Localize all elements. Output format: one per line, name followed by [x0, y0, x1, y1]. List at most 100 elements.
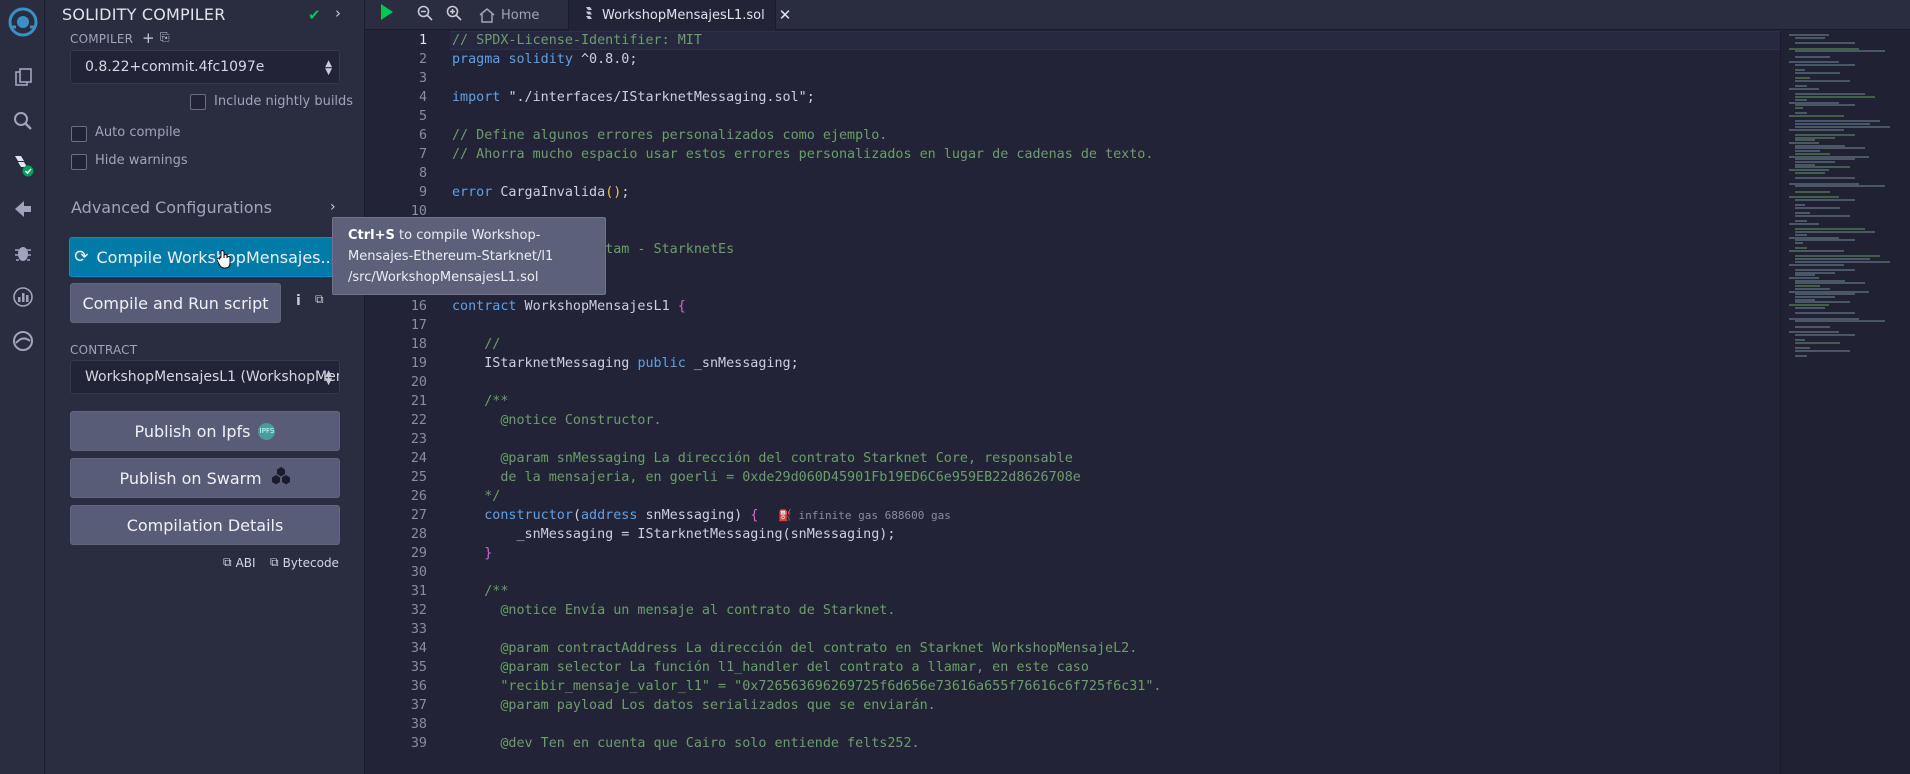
chevron-right-icon[interactable]: › — [335, 4, 341, 22]
solidity-compiler-icon[interactable] — [0, 143, 45, 187]
code-line: 6 // Define algunos errores personalizado… — [365, 126, 1780, 145]
include-nightly-checkbox[interactable] — [190, 94, 206, 110]
code-text: // Define algunos errores personalizados… — [452, 128, 888, 143]
code-line: 7 // Ahorra mucho espacio usar estos erro… — [365, 145, 1780, 164]
advanced-configurations-toggle[interactable]: Advanced Configurations — [71, 198, 272, 217]
code-text: @notice Envía un mensaje al contrato de … — [452, 603, 896, 618]
refresh-icon: ⟳ — [74, 247, 89, 267]
tab-home[interactable]: Home — [479, 0, 539, 30]
copy-icon[interactable]: ⧉ — [315, 292, 324, 307]
line-number: 35 — [410, 660, 427, 675]
zoom-out-icon[interactable] — [417, 5, 433, 25]
chevron-right-icon[interactable]: › — [330, 199, 336, 215]
code-line: 30 — [365, 563, 1780, 582]
info-icon[interactable]: i — [296, 293, 301, 309]
compile-button[interactable]: ⟳ Compile WorkshopMensajes... — [69, 237, 341, 277]
code-editor[interactable]: 1 // SPDX-License-Identifier: MIT 2 pragma … — [365, 31, 1780, 774]
minimap[interactable] — [1780, 31, 1910, 774]
bytecode-copy-link[interactable]: ⧉ Bytecode — [270, 555, 339, 570]
minimap-line — [1795, 287, 1830, 290]
line-number: 39 — [410, 736, 427, 751]
minimap-line — [1795, 214, 1850, 217]
minimap-line — [1795, 152, 1830, 155]
publish-ipfs-button[interactable]: Publish on Ipfs IPFS — [70, 411, 340, 451]
code-line: 3 — [365, 69, 1780, 88]
abi-copy-link[interactable]: ⧉ ABI — [223, 555, 256, 570]
tab-home-label: Home — [501, 7, 540, 23]
minimap-line — [1795, 206, 1840, 209]
deploy-run-icon[interactable] — [0, 187, 45, 231]
line-number: 19 — [410, 356, 427, 371]
minimap-line — [1795, 166, 1850, 169]
code-text: /** — [452, 394, 509, 409]
auto-compile-checkbox[interactable] — [71, 126, 87, 142]
minimap-line — [1795, 55, 1830, 58]
close-icon[interactable]: ✕ — [779, 6, 792, 24]
code-text: error CargaInvalida(); — [452, 185, 630, 200]
minimap-line — [1795, 77, 1810, 80]
analysis-icon[interactable] — [0, 275, 45, 319]
code-line: 5 — [365, 107, 1780, 126]
code-text: IStarknetMessaging public _snMessaging; — [452, 356, 799, 371]
hide-warnings-checkbox[interactable] — [71, 154, 87, 170]
code-line: 20 — [365, 373, 1780, 392]
select-arrows-icon: ▲ ▼ — [325, 369, 332, 387]
minimap-line — [1795, 123, 1870, 126]
publish-swarm-button[interactable]: Publish on Swarm — [70, 458, 340, 498]
line-number: 33 — [410, 622, 427, 637]
code-line: 2 pragma solidity ^0.8.0; — [365, 50, 1780, 69]
code-line: 32 @notice Envía un mensaje al contrato … — [365, 601, 1780, 620]
code-line: 8 — [365, 164, 1780, 183]
swarm-icon — [271, 466, 291, 490]
hide-warnings-label: Hide warnings — [95, 153, 188, 168]
minimap-line — [1795, 298, 1815, 301]
minimap-line — [1789, 101, 1839, 104]
minimap-line — [1795, 190, 1830, 193]
compiler-version-select[interactable]: 0.8.22+commit.4fc1097e ▲ ▼ — [70, 50, 340, 84]
line-number: 28 — [410, 527, 427, 542]
debugger-icon[interactable] — [0, 231, 45, 275]
minimap-line — [1789, 236, 1839, 239]
line-number: 34 — [410, 641, 427, 656]
search-icon[interactable] — [0, 99, 45, 143]
line-number: 24 — [410, 451, 427, 466]
minimap-line — [1795, 204, 1805, 207]
code-line: 29 } — [365, 544, 1780, 563]
run-icon[interactable] — [380, 3, 394, 25]
minimap-line — [1795, 158, 1855, 161]
code-line: 17 — [365, 316, 1780, 335]
tooltip-line3: /src/WorkshopMensajesL1.sol — [348, 270, 539, 285]
include-nightly-label: Include nightly builds — [214, 94, 354, 109]
line-number: 1 — [418, 33, 427, 48]
minimap-line — [1795, 98, 1807, 101]
minimap-line — [1795, 347, 1810, 350]
line-number: 22 — [410, 413, 427, 428]
tab-file[interactable]: WorkshopMensajesL1.sol ✕ — [568, 0, 791, 30]
code-line: 1 // SPDX-License-Identifier: MIT — [365, 31, 1780, 50]
add-compiler-icon[interactable]: + — [142, 29, 155, 47]
line-number: 21 — [410, 394, 427, 409]
contract-label: CONTRACT — [70, 343, 138, 357]
minimap-line — [1795, 93, 1865, 96]
load-custom-compiler-icon[interactable]: ⎘ — [160, 30, 170, 45]
code-text: @param contractAddress La dirección del … — [452, 641, 1138, 656]
compile-and-run-button[interactable]: Compile and Run script — [70, 283, 281, 323]
plugin-icon[interactable] — [0, 319, 45, 363]
minimap-line — [1789, 47, 1859, 50]
minimap-line — [1789, 263, 1844, 266]
code-line: 36 "recibir_mensaje_valor_l1" = "0x72656… — [365, 677, 1780, 696]
line-number: 9 — [418, 185, 427, 200]
code-text: // SPDX-License-Identifier: MIT — [452, 33, 702, 48]
panel-title: SOLIDITY COMPILER — [62, 5, 226, 24]
contract-select[interactable]: WorkshopMensajesL1 (WorkshopMensajes ▲▼ — [70, 360, 340, 394]
minimap-line — [1795, 274, 1815, 277]
code-text: import "./interfaces/IStarknetMessaging.… — [452, 90, 815, 105]
minimap-line — [1795, 333, 1855, 336]
minimap-line — [1795, 293, 1855, 296]
file-explorer-icon[interactable] — [0, 55, 45, 99]
compilation-details-button[interactable]: Compilation Details — [70, 505, 340, 545]
remix-logo-icon[interactable] — [0, 0, 45, 44]
zoom-in-icon[interactable] — [446, 5, 462, 25]
select-arrows-icon: ▲ ▼ — [325, 59, 332, 77]
tooltip-line1: to compile Workshop- — [394, 228, 541, 243]
